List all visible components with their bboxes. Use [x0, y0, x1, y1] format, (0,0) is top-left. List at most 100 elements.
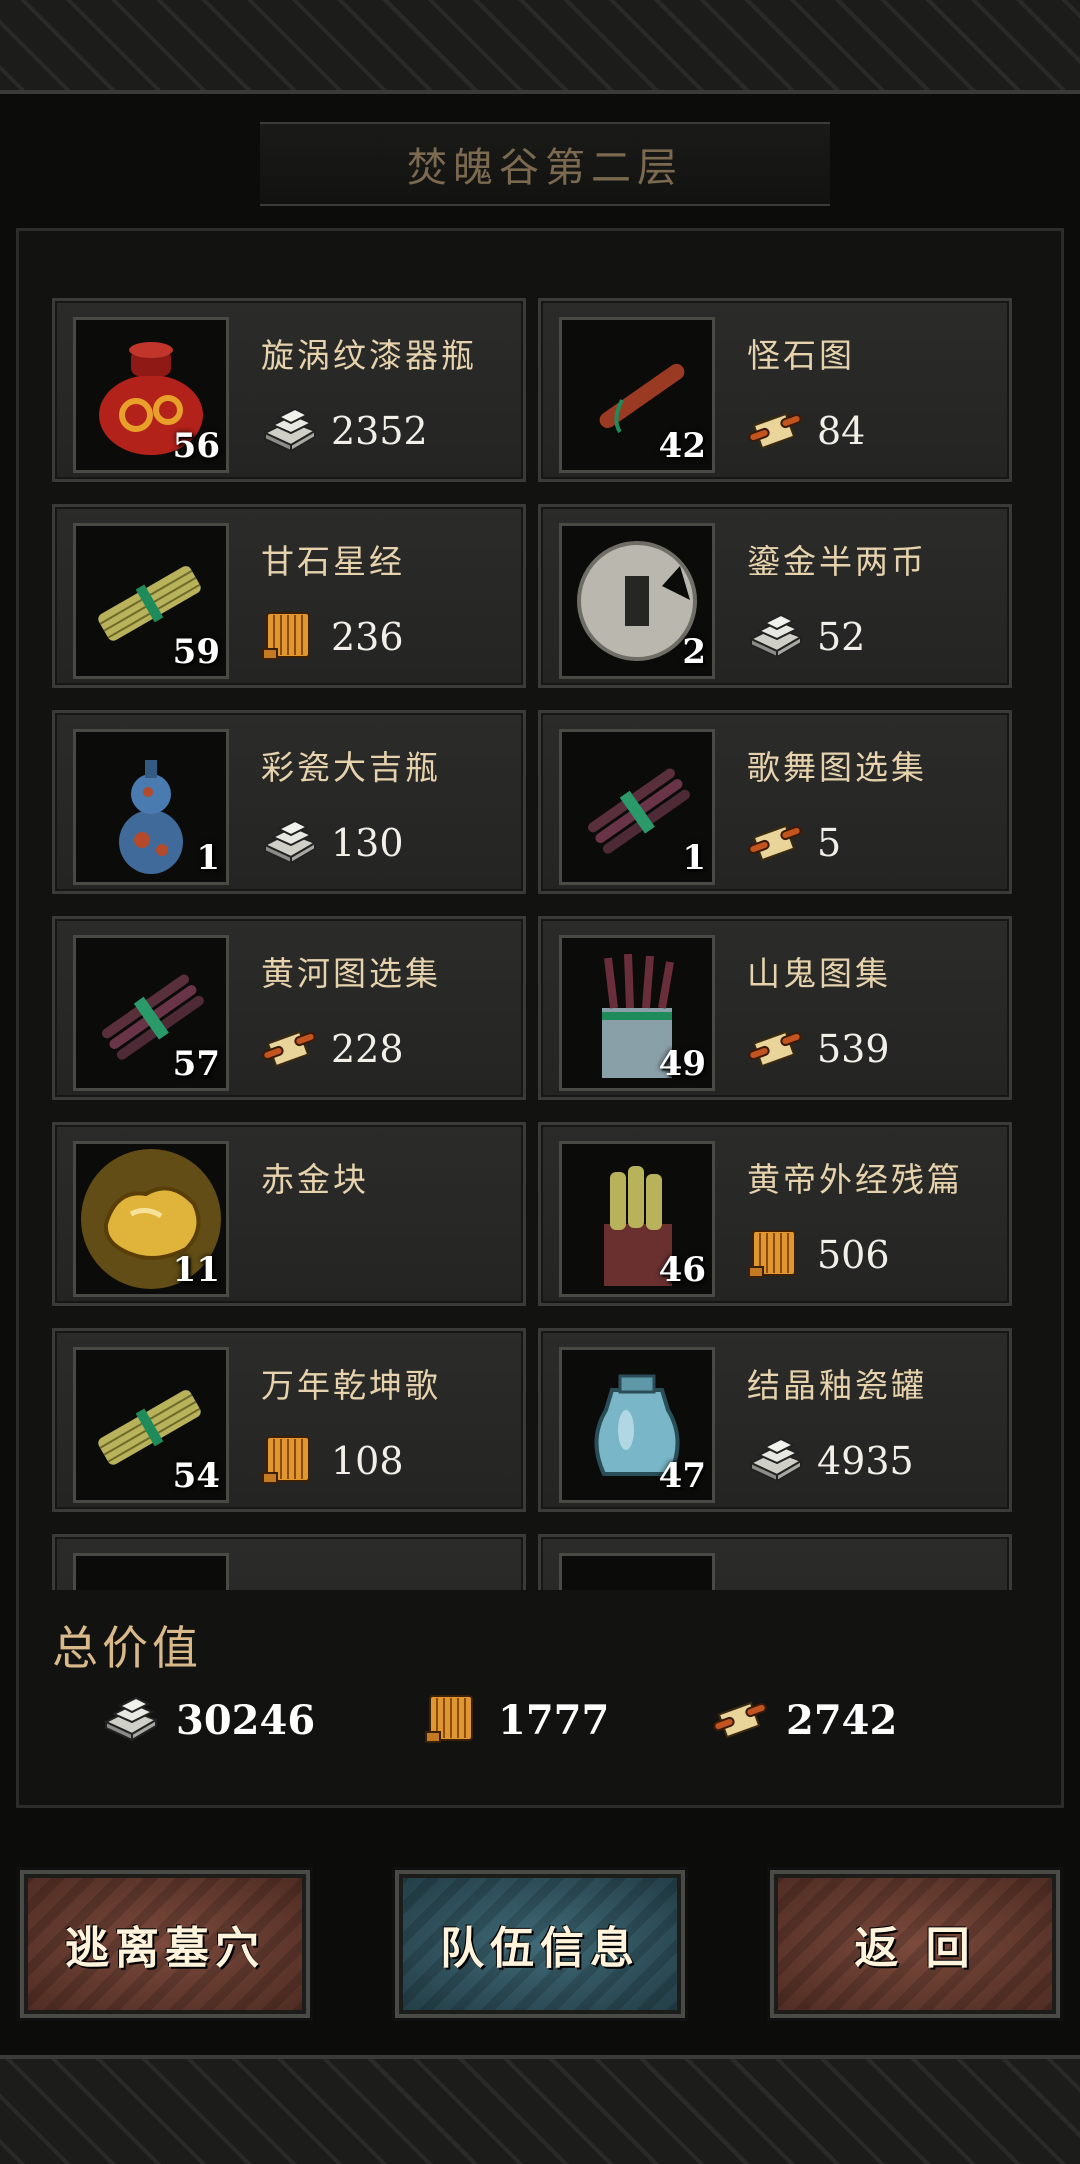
total-silver-value: 30246 — [176, 1696, 316, 1744]
scroll-icon — [710, 1692, 772, 1748]
total-book-value: 1777 — [498, 1696, 610, 1744]
bamboo-book-icon — [422, 1692, 484, 1748]
item-name: 鎏金半两币 — [747, 542, 927, 581]
item-value-amount: 4935 — [817, 1439, 914, 1483]
item-value-amount: 108 — [331, 1439, 404, 1483]
item-value: 52 — [745, 607, 865, 667]
loot-card[interactable]: 57 黄河图选集 228 — [52, 916, 526, 1100]
item-count: 57 — [172, 1044, 220, 1084]
loot-card[interactable]: 46 黄帝外经残篇 506 — [538, 1122, 1012, 1306]
bottom-decoration-band — [0, 2055, 1080, 2164]
item-value-amount: 130 — [331, 821, 404, 865]
silver-icon — [745, 1433, 807, 1489]
item-value-amount: 52 — [817, 615, 866, 659]
silver-icon — [745, 609, 807, 665]
item-name: 彩瓷大吉瓶 — [261, 748, 441, 787]
item-name: 万年乾坤歌 — [261, 1366, 441, 1405]
item-value-amount: 84 — [817, 409, 866, 453]
item-value: 108 — [259, 1431, 404, 1491]
glaze-jar-icon: 47 — [559, 1347, 715, 1503]
loot-grid[interactable]: 56 旋涡纹漆器瓶 2352 42 怪石图 84 59 甘石星经 236 2 鎏金半两币 52 1 彩瓷大… — [52, 298, 1022, 1590]
total-scroll: 2742 — [710, 1690, 897, 1750]
level-title: 焚魄谷第二层 — [407, 145, 683, 191]
total-value-label: 总价值 — [52, 1621, 202, 1675]
loot-card[interactable]: 56 旋涡纹漆器瓶 2352 — [52, 298, 526, 482]
silver-ingot-icon — [100, 1692, 162, 1748]
total-book: 1777 — [422, 1690, 609, 1750]
loot-card[interactable]: 11 赤金块 — [52, 1122, 526, 1306]
level-title-bar: 焚魄谷第二层 — [260, 122, 830, 206]
item-value: 130 — [259, 813, 404, 873]
item-thumbnail — [559, 1553, 715, 1590]
item-count: 54 — [172, 1456, 220, 1496]
item-name: 赤金块 — [261, 1160, 369, 1199]
item-count: 47 — [658, 1456, 706, 1496]
item-name: 山鬼图集 — [747, 954, 891, 993]
item-value: 506 — [745, 1225, 890, 1285]
item-value: 228 — [259, 1019, 404, 1079]
gold-nugget-icon: 11 — [73, 1141, 229, 1297]
item-name: 甘石星经 — [261, 542, 405, 581]
loot-card[interactable]: 54 万年乾坤歌 108 — [52, 1328, 526, 1512]
loot-card[interactable]: 42 怪石图 84 — [538, 298, 1012, 482]
item-count: 11 — [172, 1250, 220, 1290]
item-value-amount: 5 — [817, 821, 842, 865]
loot-card[interactable] — [52, 1534, 526, 1590]
scroll-icon — [745, 403, 807, 459]
gourd-vase-icon: 1 — [73, 729, 229, 885]
item-name: 黄帝外经残篇 — [747, 1160, 963, 1199]
item-count: 46 — [658, 1250, 706, 1290]
item-count: 1 — [682, 838, 706, 878]
silver-icon — [259, 815, 321, 871]
total-silver: 30246 — [100, 1690, 315, 1750]
item-value-amount: 2352 — [331, 409, 428, 453]
bamboo-bundle-icon: 46 — [559, 1141, 715, 1297]
loot-card[interactable]: 2 鎏金半两币 52 — [538, 504, 1012, 688]
item-count: 42 — [658, 426, 706, 466]
item-value: 84 — [745, 401, 865, 461]
closed-scroll-icon: 42 — [559, 317, 715, 473]
item-name: 歌舞图选集 — [747, 748, 927, 787]
item-count: 49 — [658, 1044, 706, 1084]
loot-card[interactable]: 47 结晶釉瓷罐 4935 — [538, 1328, 1012, 1512]
loot-card[interactable]: 1 歌舞图选集 5 — [538, 710, 1012, 894]
item-value: 4935 — [745, 1431, 914, 1491]
item-value-amount: 228 — [331, 1027, 404, 1071]
item-value-amount: 506 — [817, 1233, 890, 1277]
item-name: 旋涡纹漆器瓶 — [261, 336, 477, 375]
item-count: 56 — [172, 426, 220, 466]
total-scroll-value: 2742 — [786, 1696, 898, 1744]
item-value-amount: 236 — [331, 615, 404, 659]
escape-tomb-button[interactable]: 逃离墓穴 — [20, 1870, 310, 2018]
item-value-amount: 539 — [817, 1027, 890, 1071]
top-decoration-band — [0, 0, 1080, 94]
item-thumbnail — [73, 1553, 229, 1590]
loot-card[interactable]: 49 山鬼图集 539 — [538, 916, 1012, 1100]
item-count: 1 — [196, 838, 220, 878]
scroll-icon — [745, 815, 807, 871]
lacquer-jar-icon: 56 — [73, 317, 229, 473]
coin-icon: 2 — [559, 523, 715, 679]
scroll-bundle-icon: 57 — [73, 935, 229, 1091]
book-icon — [745, 1227, 807, 1283]
silver-icon — [259, 403, 321, 459]
item-count: 2 — [682, 632, 706, 672]
bamboo-scroll-icon: 59 — [73, 523, 229, 679]
scroll-icon — [745, 1021, 807, 1077]
loot-card[interactable] — [538, 1534, 1012, 1590]
scroll-icon — [259, 1021, 321, 1077]
loot-card[interactable]: 59 甘石星经 236 — [52, 504, 526, 688]
item-value: 2352 — [259, 401, 428, 461]
bamboo-scroll-icon: 54 — [73, 1347, 229, 1503]
scroll-quiver-icon: 49 — [559, 935, 715, 1091]
scroll-bundle-icon: 1 — [559, 729, 715, 885]
item-value: 236 — [259, 607, 404, 667]
item-value: 5 — [745, 813, 841, 873]
item-name: 怪石图 — [747, 336, 855, 375]
team-info-button[interactable]: 队伍信息 — [395, 1870, 685, 2018]
back-button[interactable]: 返 回 — [770, 1870, 1060, 2018]
book-icon — [259, 1433, 321, 1489]
item-value: 539 — [745, 1019, 890, 1079]
loot-card[interactable]: 1 彩瓷大吉瓶 130 — [52, 710, 526, 894]
item-name: 结晶釉瓷罐 — [747, 1366, 927, 1405]
